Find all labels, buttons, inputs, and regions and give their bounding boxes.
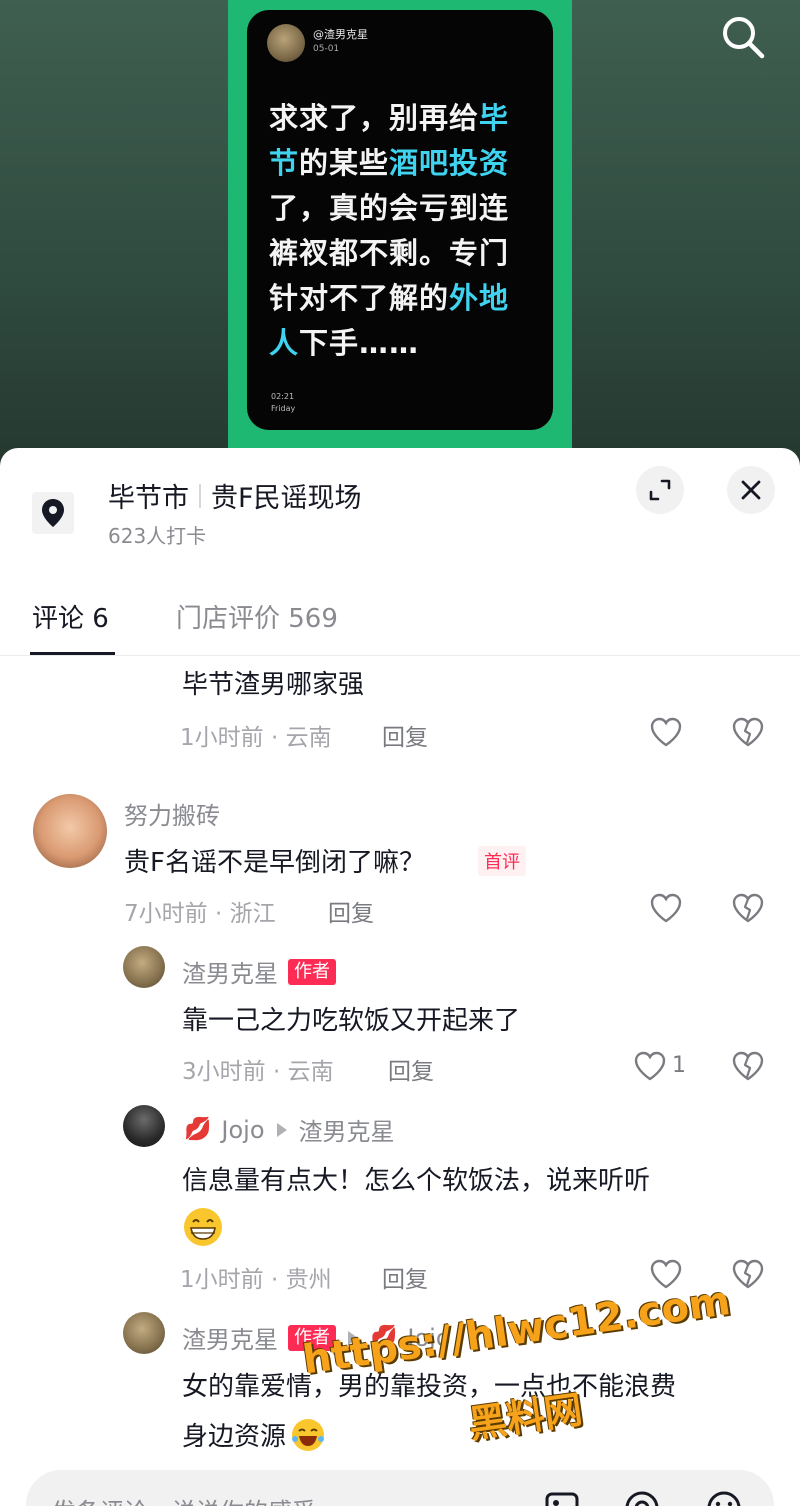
post-text-line: 裤衩都不剩。专门	[269, 231, 539, 276]
post-text-line: 人下手……	[269, 321, 539, 366]
post-text-segment: 了，真的会亏到连	[269, 191, 510, 225]
video-player[interactable]: @渣男克星 05-01 求求了，别再给毕 节的某些酒吧投资 了，真的会亏到连 裤衩都不…	[0, 0, 800, 470]
post-date: 05-01	[313, 44, 340, 54]
reply-button[interactable]: 回复	[382, 718, 428, 752]
post-text-line: 了，真的会亏到连	[269, 186, 539, 231]
avatar[interactable]	[123, 946, 165, 988]
location-pin-icon	[32, 492, 74, 534]
dislike-broken-heart-icon[interactable]	[730, 890, 766, 926]
highlighted-text: 酒吧投资	[389, 146, 510, 180]
location-city: 毕节市	[108, 483, 189, 514]
like-heart-icon[interactable]	[632, 1048, 668, 1084]
kiss-lips-icon: 💋	[184, 1117, 212, 1142]
comment-text-line1: 女的靠爱情，男的靠投资，一点也不能浪费	[182, 1372, 677, 1402]
comment-meta: 3小时前 · 云南	[182, 1059, 334, 1085]
comment-text: 毕节渣男哪家强	[182, 670, 365, 700]
laugh-cry-emoji-icon	[292, 1418, 325, 1451]
title-divider	[199, 483, 201, 508]
reply-button[interactable]: 回复	[328, 894, 374, 928]
highlighted-text: 外地	[449, 281, 510, 315]
post-time: 02:21 Friday	[271, 392, 296, 413]
post-text-line: 针对不了解的外地	[269, 276, 539, 321]
location-place: 贵F民谣现场	[211, 483, 362, 514]
tab-bar: 评论 6 门店评价 569	[0, 588, 800, 656]
comment-author[interactable]: 渣男克星 作者	[182, 954, 336, 989]
reply-button[interactable]: 回复	[388, 1052, 434, 1086]
comment-meta: 1小时前 · 云南	[180, 725, 332, 751]
highlighted-text: 节	[269, 146, 300, 180]
dislike-broken-heart-icon[interactable]	[730, 1048, 766, 1084]
emoji-icon[interactable]	[704, 1488, 744, 1506]
author-badge: 作者	[288, 958, 336, 985]
comment-meta: 7小时前 · 浙江	[124, 901, 276, 927]
post-text-segment: 针对不了解的	[269, 281, 450, 315]
like-heart-icon[interactable]	[648, 714, 684, 750]
tab-store-reviews[interactable]: 门店评价 569	[176, 598, 338, 635]
reply-arrow-icon	[276, 1122, 287, 1137]
post-text-segment: 求求了，别再给	[269, 101, 480, 135]
comment-text: 信息量有点大！怎么个软饭法，说来听听	[182, 1166, 651, 1196]
comment-author[interactable]: 努力搬砖	[124, 796, 220, 831]
expand-button[interactable]	[636, 466, 684, 514]
highlighted-text: 人	[269, 326, 300, 360]
mention-at-icon[interactable]	[622, 1488, 662, 1506]
post-text-line: 求求了，别再给毕	[269, 96, 539, 141]
close-button[interactable]	[727, 466, 775, 514]
dislike-broken-heart-icon[interactable]	[730, 1256, 766, 1292]
image-icon[interactable]	[542, 1488, 582, 1506]
comment-author[interactable]: 💋 Jojo 渣男克星	[184, 1112, 395, 1147]
expand-icon	[649, 479, 671, 501]
search-icon[interactable]	[718, 12, 766, 60]
tab-active-indicator	[30, 652, 115, 655]
post-username: @渣男克星	[313, 28, 368, 41]
first-comment-badge: 首评	[478, 846, 526, 876]
comment-text: 靠一己之力吃软饭又开起来了	[182, 1006, 521, 1036]
comment-text-line2: 身边资源	[182, 1416, 326, 1453]
reply-button[interactable]: 回复	[382, 1260, 428, 1294]
avatar[interactable]	[33, 794, 107, 868]
dislike-broken-heart-icon[interactable]	[730, 714, 766, 750]
post-text-segment: 的某些	[299, 146, 390, 180]
post-text: 求求了，别再给毕 节的某些酒吧投资 了，真的会亏到连 裤衩都不剩。专门 针对不了解的外地…	[269, 96, 539, 366]
highlighted-text: 毕	[479, 101, 510, 135]
avatar[interactable]	[123, 1105, 165, 1147]
avatar[interactable]	[123, 1312, 165, 1354]
comment-text: 贵F名谣不是早倒闭了嘛？	[124, 848, 425, 878]
post-image: @渣男克星 05-01 求求了，别再给毕 节的某些酒吧投资 了，真的会亏到连 裤衩都不…	[247, 10, 553, 430]
comment-input-placeholder: 发条评论，说说你的感受	[52, 1492, 316, 1506]
close-icon	[741, 480, 761, 500]
reply-target[interactable]: 渣男克星	[299, 1112, 395, 1147]
post-text-segment: 裤衩都不剩。专门	[269, 236, 510, 270]
comment-meta: 1小时前 · 贵州	[180, 1267, 332, 1293]
post-text-line: 节的某些酒吧投资	[269, 141, 539, 186]
like-count: 1	[672, 1053, 686, 1078]
checkin-count: 623人打卡	[108, 524, 207, 548]
post-text-segment: 下手……	[299, 326, 420, 360]
location-title[interactable]: 毕节市 贵F民谣现场	[108, 476, 362, 515]
post-author-avatar	[267, 24, 305, 62]
comment-input[interactable]: 发条评论，说说你的感受	[26, 1470, 774, 1506]
like-heart-icon[interactable]	[648, 890, 684, 926]
tab-comments[interactable]: 评论 6	[32, 598, 109, 635]
grin-emoji-icon	[182, 1206, 224, 1252]
